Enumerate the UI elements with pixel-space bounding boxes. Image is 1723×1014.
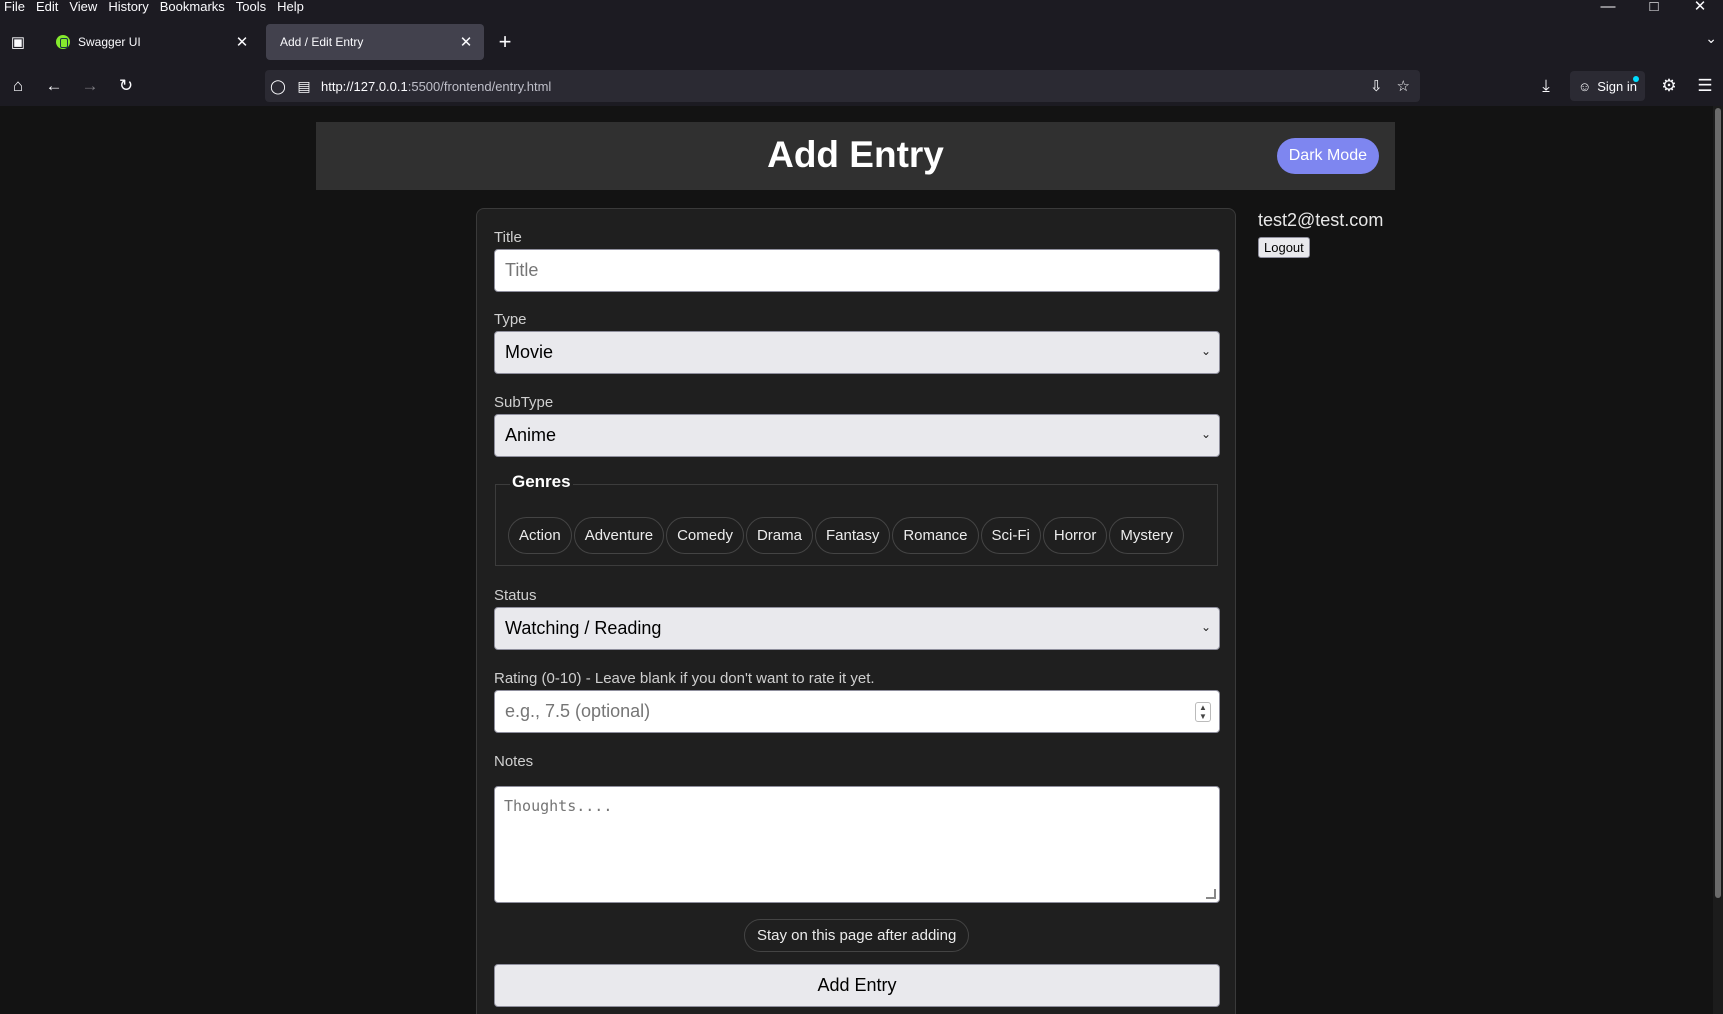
back-icon[interactable]: ← xyxy=(36,70,72,102)
menu-bookmarks[interactable]: Bookmarks xyxy=(155,0,231,14)
chevron-down-icon[interactable]: ⌄ xyxy=(1705,30,1717,47)
user-panel: test2@test.com Logout xyxy=(1258,210,1383,258)
close-icon[interactable]: ✕ xyxy=(456,33,476,51)
tab-title: Add / Edit Entry xyxy=(280,35,364,49)
nav-bar: ⌂ ← → ↻ ◯ ▤ http://127.0.0.1:5500/fronte… xyxy=(0,66,1723,106)
home-icon[interactable]: ⌂ xyxy=(0,70,36,102)
reload-icon[interactable]: ↻ xyxy=(108,70,144,102)
save-to-pocket-icon[interactable]: ⇩ xyxy=(1370,77,1383,95)
genres-legend: Genres xyxy=(510,472,573,492)
extensions-icon[interactable]: ⚙ xyxy=(1651,70,1687,102)
notification-dot xyxy=(1633,76,1639,82)
minimize-icon[interactable]: — xyxy=(1585,0,1631,14)
sign-in-button[interactable]: ☺ Sign in xyxy=(1569,71,1645,101)
type-select-value: Movie xyxy=(505,342,554,362)
downloads-icon[interactable]: ⤓ xyxy=(1528,70,1564,102)
account-icon: ☺ xyxy=(1577,78,1592,94)
bookmark-star-icon[interactable]: ☆ xyxy=(1397,77,1410,95)
scrollbar-thumb[interactable] xyxy=(1715,108,1721,898)
forward-icon[interactable]: → xyxy=(72,70,108,102)
genre-chip-drama[interactable]: Drama xyxy=(745,517,813,554)
subtype-select-value: Anime xyxy=(505,425,557,445)
genre-chip-sci-fi[interactable]: Sci-Fi xyxy=(980,517,1041,554)
url-path: :5500/frontend/entry.html xyxy=(407,78,552,94)
status-select-value: Watching / Reading xyxy=(505,618,662,638)
shield-icon[interactable]: ◯ xyxy=(265,78,291,95)
entry-form: Title Title Type Movie ⌄ SubType Anime ⌄… xyxy=(476,208,1236,1014)
swagger-favicon-icon xyxy=(56,35,70,49)
rating-input[interactable]: e.g., 7.5 (optional) ▲ ▼ xyxy=(494,690,1220,733)
type-label: Type xyxy=(494,311,527,328)
genre-chip-action[interactable]: Action xyxy=(508,517,572,554)
chevron-down-icon: ⌄ xyxy=(1200,427,1211,441)
genre-chip-horror[interactable]: Horror xyxy=(1042,517,1108,554)
sign-in-label: Sign in xyxy=(1597,78,1637,94)
notes-placeholder: Thoughts.... xyxy=(504,797,613,815)
rating-placeholder: e.g., 7.5 (optional) xyxy=(505,701,651,721)
url-host: http://127.0.0.1 xyxy=(321,78,408,94)
genre-chip-adventure[interactable]: Adventure xyxy=(573,517,665,554)
maximize-icon[interactable]: □ xyxy=(1631,0,1677,14)
add-entry-button[interactable]: Add Entry xyxy=(494,964,1220,1007)
hamburger-menu-icon[interactable]: ☰ xyxy=(1687,70,1723,102)
page-icon[interactable]: ▤ xyxy=(291,78,317,95)
scrollbar[interactable] xyxy=(1713,106,1723,1014)
menu-edit[interactable]: Edit xyxy=(31,0,64,14)
page-header: Add Entry Dark Mode xyxy=(316,122,1395,190)
subtype-label: SubType xyxy=(494,394,554,411)
number-spinner-icon[interactable]: ▲ ▼ xyxy=(1195,702,1211,722)
page-title: Add Entry xyxy=(767,134,944,175)
url-text: http://127.0.0.1:5500/frontend/entry.htm… xyxy=(321,79,551,94)
stay-on-page-toggle[interactable]: Stay on this page after adding xyxy=(744,919,970,952)
menu-view[interactable]: View xyxy=(64,0,103,14)
logout-button[interactable]: Logout xyxy=(1258,237,1310,258)
notes-label: Notes xyxy=(494,753,534,770)
menu-tools[interactable]: Tools xyxy=(231,0,272,14)
genres-fieldset: Genres Action Adventure Comedy Drama Fan… xyxy=(495,472,1218,566)
resize-handle-icon[interactable] xyxy=(1206,889,1216,899)
chevron-down-icon: ⌄ xyxy=(1200,344,1211,358)
rating-label: Rating (0-10) - Leave blank if you don't… xyxy=(494,670,875,687)
url-actions: ⇩ ☆ xyxy=(1370,70,1410,102)
tab-swagger-ui[interactable]: Swagger UI ✕ xyxy=(42,24,260,60)
title-input[interactable]: Title xyxy=(494,249,1220,292)
new-tab-icon[interactable]: + xyxy=(490,27,520,57)
type-select[interactable]: Movie ⌄ xyxy=(494,331,1220,374)
menu-file[interactable]: File xyxy=(0,0,31,14)
chevron-down-icon: ⌄ xyxy=(1200,620,1211,634)
genre-chip-fantasy[interactable]: Fantasy xyxy=(814,517,891,554)
tab-strip: ▣ Swagger UI ✕ Add / Edit Entry ✕ + ⌄ xyxy=(0,22,1723,62)
genre-chip-mystery[interactable]: Mystery xyxy=(1109,517,1184,554)
menu-bar: File Edit View History Bookmarks Tools H… xyxy=(0,0,1723,14)
genre-chip-romance[interactable]: Romance xyxy=(892,517,979,554)
tab-add-edit-entry[interactable]: Add / Edit Entry ✕ xyxy=(266,24,484,60)
toolbar-right: ⤓ ☺ Sign in ⚙ ☰ xyxy=(1528,70,1723,102)
status-select[interactable]: Watching / Reading ⌄ xyxy=(494,607,1220,650)
status-label: Status xyxy=(494,587,537,604)
subtype-select[interactable]: Anime ⌄ xyxy=(494,414,1220,457)
url-bar[interactable]: ◯ ▤ http://127.0.0.1:5500/frontend/entry… xyxy=(265,70,1420,102)
tab-title: Swagger UI xyxy=(78,35,141,49)
page-content: Add Entry Dark Mode test2@test.com Logou… xyxy=(0,106,1723,1014)
genre-chip-list: Action Adventure Comedy Drama Fantasy Ro… xyxy=(508,517,1184,554)
tab-groups-icon[interactable]: ▣ xyxy=(0,27,36,57)
notes-textarea[interactable]: Thoughts.... xyxy=(494,786,1220,903)
window-controls: — □ ✕ xyxy=(1585,0,1723,14)
close-icon[interactable]: ✕ xyxy=(232,33,252,51)
menu-history[interactable]: History xyxy=(103,0,154,14)
close-window-icon[interactable]: ✕ xyxy=(1677,0,1723,14)
menu-help[interactable]: Help xyxy=(272,0,310,14)
user-email: test2@test.com xyxy=(1258,210,1384,230)
title-label: Title xyxy=(494,229,522,246)
dark-mode-button[interactable]: Dark Mode xyxy=(1276,138,1379,174)
genre-chip-comedy[interactable]: Comedy xyxy=(666,517,744,554)
